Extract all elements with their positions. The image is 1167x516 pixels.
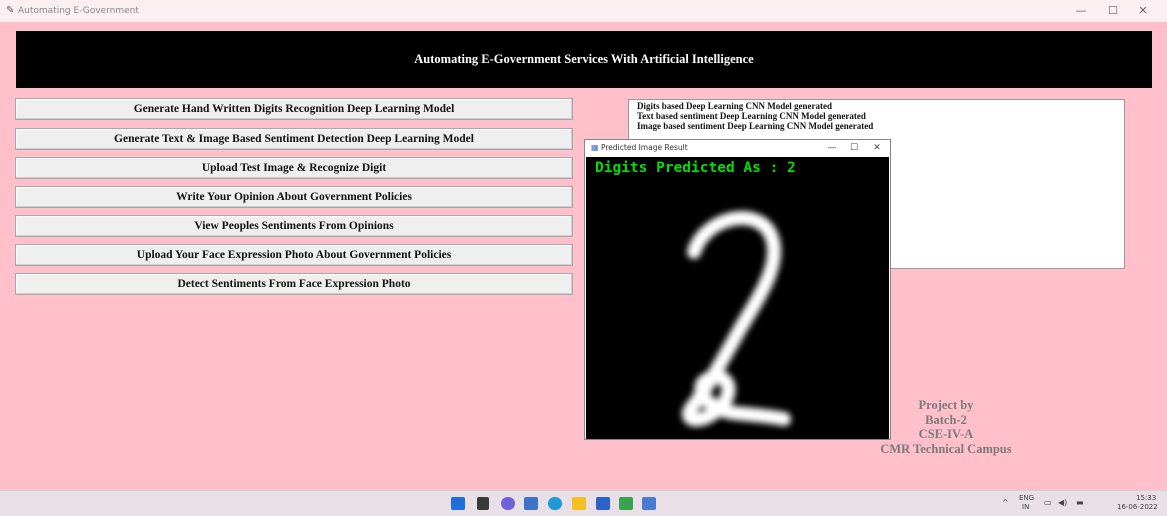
output-line: Text based sentiment Deep Learning CNN M… [637, 111, 866, 121]
close-button[interactable]: ✕ [1131, 2, 1155, 20]
maximize-button[interactable]: ☐ [1101, 2, 1125, 20]
volume-icon[interactable]: ◀) [1058, 498, 1067, 507]
predicted-image-window: ▦ Predicted Image Result — ☐ ✕ Digits Pr… [584, 139, 891, 440]
chevron-up-icon[interactable]: ^ [1002, 498, 1009, 507]
minimize-button[interactable]: — [1069, 2, 1093, 20]
battery-icon[interactable]: ▬ [1076, 498, 1084, 507]
view-sentiments-button[interactable]: View Peoples Sentiments From Opinions [15, 215, 573, 237]
popup-minimize-button[interactable]: — [823, 141, 841, 155]
window-app-icon: ▦ [591, 143, 599, 152]
popup-titlebar: ▦ Predicted Image Result — ☐ ✕ [585, 140, 890, 156]
app-icon[interactable] [619, 497, 633, 510]
clock-date: 16-06-2022 [1117, 503, 1158, 511]
handwritten-digit-drawing [682, 211, 791, 427]
running-app-icon[interactable] [642, 497, 656, 510]
window-titlebar: ✎ Automating E-Government — ☐ ✕ [0, 0, 1167, 22]
credits-line: CMR Technical Campus [880, 441, 1012, 456]
generate-sentiment-model-button[interactable]: Generate Text & Image Based Sentiment De… [15, 128, 573, 150]
upload-test-image-button[interactable]: Upload Test Image & Recognize Digit [15, 157, 573, 179]
file-explorer-icon[interactable] [572, 497, 586, 510]
network-icon[interactable]: ▭ [1044, 498, 1052, 507]
mail-icon[interactable] [524, 497, 538, 510]
generate-digit-model-button[interactable]: Generate Hand Written Digits Recognition… [15, 98, 573, 120]
page-title: Automating E-Government Services With Ar… [414, 52, 754, 66]
popup-maximize-button[interactable]: ☐ [845, 141, 863, 155]
language-region: IN [1022, 503, 1030, 511]
clock-time[interactable]: 15:33 [1136, 494, 1156, 502]
window-title: Automating E-Government [18, 6, 139, 16]
task-view-icon[interactable] [477, 497, 489, 510]
write-opinion-button[interactable]: Write Your Opinion About Government Poli… [15, 186, 573, 208]
detect-face-sentiment-button[interactable]: Detect Sentiments From Face Expression P… [15, 273, 573, 295]
feather-icon: ✎ [6, 5, 15, 16]
popup-close-button[interactable]: ✕ [868, 141, 886, 155]
app-header: Automating E-Government Services With Ar… [16, 31, 1152, 88]
windows-taskbar: ^ ENG IN ▭ ◀) ▬ 15:33 16-06-2022 [0, 490, 1167, 516]
output-line: Digits based Deep Learning CNN Model gen… [637, 101, 832, 111]
start-icon[interactable] [451, 497, 465, 510]
output-line: Image based sentiment Deep Learning CNN … [637, 121, 874, 131]
store-icon[interactable] [596, 497, 610, 510]
language-indicator[interactable]: ENG [1019, 494, 1034, 502]
popup-title: Predicted Image Result [601, 143, 688, 152]
chat-icon[interactable] [501, 497, 515, 510]
upload-face-photo-button[interactable]: Upload Your Face Expression Photo About … [15, 244, 573, 266]
prediction-label: Digits Predicted As : 2 [595, 160, 796, 176]
edge-icon[interactable] [548, 497, 562, 510]
predicted-digit-image: Digits Predicted As : 2 [586, 157, 889, 439]
